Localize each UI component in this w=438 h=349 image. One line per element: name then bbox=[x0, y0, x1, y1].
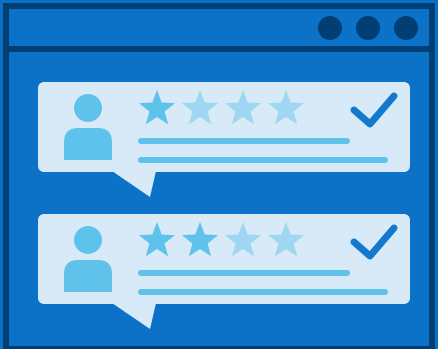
window-button-2[interactable] bbox=[356, 16, 380, 40]
text-line bbox=[138, 270, 350, 276]
avatar-body bbox=[64, 260, 112, 292]
window-button-1[interactable] bbox=[318, 16, 342, 40]
avatar-head bbox=[74, 94, 102, 122]
text-line bbox=[138, 138, 350, 144]
avatar-head bbox=[74, 226, 102, 254]
text-line bbox=[138, 157, 388, 163]
window-button-3[interactable] bbox=[394, 16, 418, 40]
browser-window-illustration bbox=[3, 3, 435, 349]
avatar-body bbox=[64, 128, 112, 160]
text-line bbox=[138, 289, 388, 295]
